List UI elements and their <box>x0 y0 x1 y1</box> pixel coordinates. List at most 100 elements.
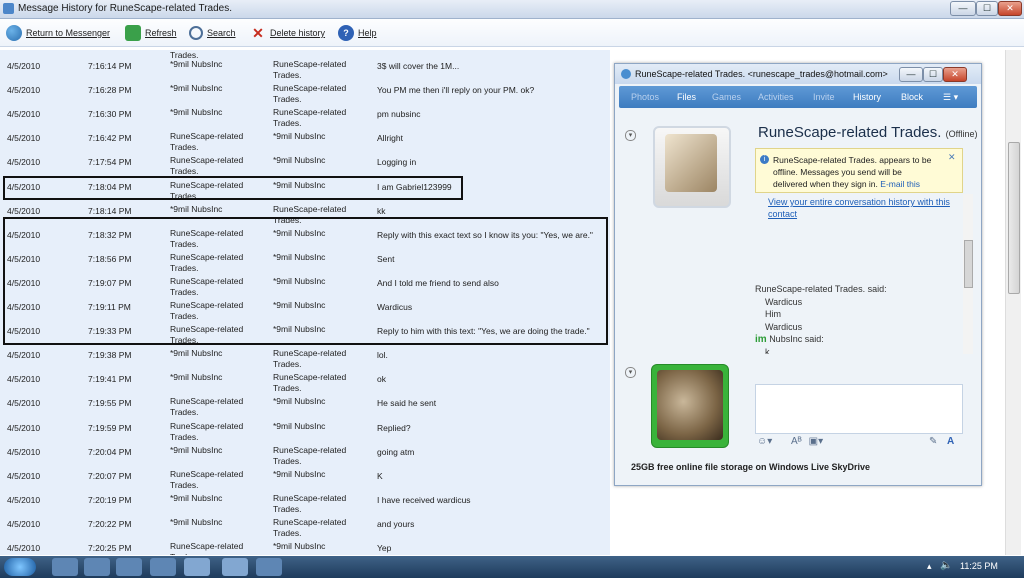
help-button[interactable]: ? Help <box>338 24 377 42</box>
history-cell-to: *9mil NubsInc <box>273 468 326 479</box>
history-row[interactable]: 4/5/2010 7:20:25 PM RuneScape-related Trad… <box>0 541 610 555</box>
tray-arrow-icon[interactable]: ▴ <box>927 561 932 572</box>
app-taskbar-icon[interactable] <box>256 558 282 576</box>
history-cell-time: 7:20:25 PM <box>88 543 132 553</box>
nav-photos[interactable]: Photos <box>631 92 659 102</box>
history-row[interactable]: 4/5/2010 7:19:55 PM RuneScape-related Trad… <box>0 396 610 420</box>
history-cell-msg: pm nubsinc <box>377 109 421 120</box>
maximize-button[interactable]: ☐ <box>976 1 998 16</box>
messenger-taskbar-icon[interactable] <box>184 558 210 576</box>
history-cell-to: *9mil NubsInc <box>273 541 326 551</box>
skydrive-ad[interactable]: 25GB free online file storage on Windows… <box>631 462 870 472</box>
transcript-line-text: Wardicus <box>765 296 803 307</box>
history-cell-msg: He said he sent <box>377 398 437 409</box>
history-row[interactable]: 4/5/2010 7:20:19 PM *9mil NubsInc RuneScape… <box>0 493 610 517</box>
history-scrollbar-thumb[interactable] <box>1008 142 1020 294</box>
history-cell-from: *9mil NubsInc <box>170 203 223 214</box>
contact-name: RuneScape-related Trades. <box>758 124 942 141</box>
collapse-contact-icon[interactable]: ▾ <box>625 130 636 141</box>
history-cell-time: 7:17:54 PM <box>88 157 132 168</box>
start-button[interactable] <box>4 558 36 576</box>
chat-maximize-button[interactable]: ☐ <box>923 67 943 82</box>
history-cell-date: 4/5/2010 <box>7 446 41 457</box>
history-cell-to: *9mil NubsInc <box>273 420 326 431</box>
compose-toolbar: ☺▾ Aᴮ ▣▾ ✎ A <box>757 436 961 452</box>
message-input[interactable] <box>755 384 963 434</box>
history-cell-to: RuneScape-related Trades. <box>273 516 347 538</box>
delete-history-button[interactable]: ✕ Delete history <box>250 24 325 42</box>
history-cell-msg: Allright <box>377 133 403 144</box>
history-cell-time: 7:19:59 PM <box>88 422 132 433</box>
history-cell-date: 4/5/2010 <box>7 61 41 71</box>
nav-activities[interactable]: Activities <box>758 92 794 102</box>
transcript-scrollbar[interactable] <box>963 194 973 354</box>
history-row[interactable]: 4/5/2010 7:20:22 PM *9mil NubsInc RuneScape… <box>0 517 610 541</box>
history-cell-time: 7:19:55 PM <box>88 398 132 409</box>
font-icon[interactable]: Aᴮ <box>791 436 802 447</box>
nav-menu-icon[interactable]: ☰ ▾ <box>943 92 958 103</box>
kitten-image <box>657 370 723 440</box>
transcript-line: RuneScape-related Trades. said: <box>755 284 887 294</box>
chess-pieces-image <box>665 134 717 192</box>
return-to-messenger-button[interactable]: Return to Messenger <box>6 24 110 42</box>
history-row[interactable]: 4/5/2010 7:20:07 PM RuneScape-related Trad… <box>0 469 610 493</box>
history-cell-time: 7:16:14 PM <box>88 61 132 71</box>
history-cell-date: 4/5/2010 <box>7 109 41 120</box>
emoticon-icon[interactable]: ☺▾ <box>757 436 772 447</box>
clock[interactable]: 11:25 PM <box>960 561 998 571</box>
explorer-taskbar-icon[interactable] <box>52 558 78 576</box>
message-history-list[interactable]: Trades. 4/5/2010 7:16:14 PM *9mil NubsInc R… <box>0 50 693 555</box>
history-row[interactable]: 4/5/2010 7:16:28 PM *9mil NubsInc RuneScape… <box>0 83 610 107</box>
contact-header: RuneScape-related Trades. (Offline) <box>758 124 977 141</box>
im-badge-icon: im <box>755 334 767 346</box>
nav-block[interactable]: Block <box>901 92 923 102</box>
history-row[interactable]: 4/5/2010 7:19:38 PM *9mil NubsInc RuneScape… <box>0 348 610 372</box>
minimize-button[interactable]: — <box>950 1 976 16</box>
history-row[interactable]: 4/5/2010 7:19:41 PM *9mil NubsInc RuneScape… <box>0 372 610 396</box>
offline-warning-text: RuneScape-related Trades. appears to be … <box>773 155 932 189</box>
window-taskbar-icon[interactable] <box>222 558 248 576</box>
handwriting-icon[interactable]: ✎ <box>929 436 937 447</box>
history-row[interactable]: 4/5/2010 7:16:14 PM *9mil NubsInc RuneScape… <box>0 59 610 83</box>
history-cell-time: 7:20:07 PM <box>88 470 132 481</box>
refresh-button[interactable]: Refresh <box>125 24 177 42</box>
history-cell-from: RuneScape-related Trades. <box>170 155 244 177</box>
contacts-icon <box>6 25 22 41</box>
history-cell-date: 4/5/2010 <box>7 374 41 385</box>
history-cell-msg: kk <box>377 205 386 216</box>
history-cell-from: *9mil NubsInc <box>170 107 223 118</box>
history-cell-msg: Logging in <box>377 157 417 168</box>
emoticon-taskbar-icon[interactable] <box>150 558 176 576</box>
chat-minimize-button[interactable]: — <box>899 67 923 82</box>
history-scrollbar[interactable] <box>1005 50 1021 555</box>
delete-history-label: Delete history <box>270 28 326 38</box>
history-cell-from: RuneScape-related Trades. <box>170 541 244 555</box>
transcript-scroll-thumb[interactable] <box>964 240 973 288</box>
collapse-self-icon[interactable]: ▾ <box>625 367 636 378</box>
history-row[interactable]: 4/5/2010 7:16:42 PM RuneScape-related Trad… <box>0 131 610 155</box>
firefox-taskbar-icon[interactable] <box>116 558 142 576</box>
close-warning-icon[interactable]: ✕ <box>948 152 956 163</box>
nav-games[interactable]: Games <box>712 92 741 102</box>
history-row[interactable]: 4/5/2010 7:19:59 PM RuneScape-related Trad… <box>0 421 610 445</box>
nav-files[interactable]: Files <box>677 92 696 102</box>
history-cell-time: 7:20:22 PM <box>88 518 132 529</box>
text-mode-icon[interactable]: A <box>947 436 954 447</box>
history-cell-msg: I have received wardicus <box>377 494 471 505</box>
close-button[interactable]: ✕ <box>998 1 1022 16</box>
media-player-taskbar-icon[interactable] <box>84 558 110 576</box>
email-this-link[interactable]: E-mail this <box>880 179 920 189</box>
conversation-transcript: RuneScape-related Trades. said: Wardicus H… <box>755 194 967 354</box>
nav-history[interactable]: History <box>853 92 881 102</box>
history-row[interactable]: 4/5/2010 7:20:04 PM *9mil NubsInc RuneScape… <box>0 445 610 469</box>
winks-icon[interactable]: ▣▾ <box>809 436 823 447</box>
history-cell-date: 4/5/2010 <box>7 470 41 481</box>
history-row[interactable]: 4/5/2010 7:16:30 PM *9mil NubsInc RuneScape… <box>0 107 610 131</box>
volume-icon[interactable]: 🔈 <box>940 560 952 571</box>
history-cell-time: 7:18:14 PM <box>88 205 132 216</box>
search-button[interactable]: Search <box>189 24 236 42</box>
history-cell-to: RuneScape-related Trades. <box>273 83 347 105</box>
chat-close-button[interactable]: ✕ <box>943 67 967 82</box>
nav-invite[interactable]: Invite <box>813 92 835 102</box>
history-cell-msg: going atm <box>377 446 415 457</box>
